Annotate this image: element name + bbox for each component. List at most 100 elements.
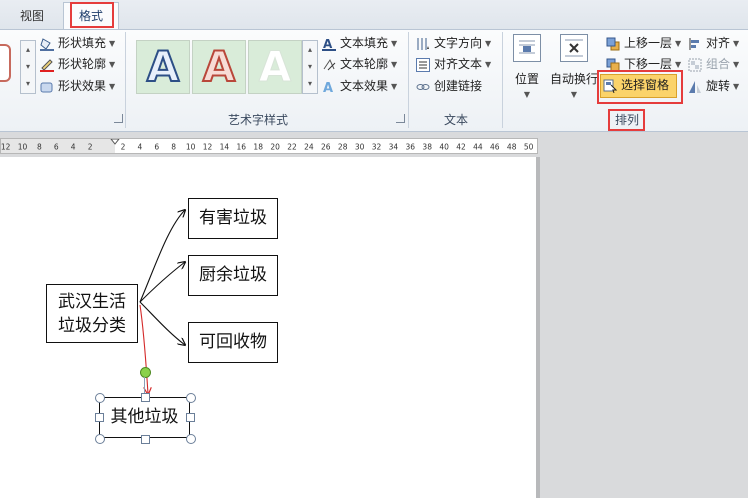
text-outline-button[interactable]: 文本轮廓 ▼ [322, 54, 397, 74]
ruler-label: 22 [287, 143, 297, 152]
node-recyclable-label: 可回收物 [199, 332, 267, 352]
resize-handle-se[interactable] [186, 434, 196, 444]
group-icon [688, 58, 702, 72]
ruler-label: 28 [338, 143, 348, 152]
shape-style-scroll[interactable]: ▴ ▾ ▾ [20, 40, 36, 94]
shape-effects-button[interactable]: 形状效果 ▼ [40, 76, 115, 96]
tab-view[interactable]: 视图 [10, 4, 54, 28]
wordart-style-2[interactable]: A [192, 40, 246, 94]
node-kitchen[interactable]: 厨余垃圾 [188, 255, 278, 296]
wordart-letter: A [202, 41, 237, 92]
ruler-label: 40 [439, 143, 449, 152]
ruler-label: 38 [422, 143, 432, 152]
text-group-label: 文本 [443, 113, 468, 127]
text-effects-label: 文本效果 [340, 79, 389, 93]
ruler-label: 32 [372, 143, 382, 152]
resize-handle-sw[interactable] [95, 434, 105, 444]
svg-text:A: A [323, 37, 333, 51]
ruler-label: 2 [121, 143, 126, 152]
ruler-label: 18 [253, 143, 263, 152]
rotate-button[interactable]: 旋转 ▼ [688, 76, 739, 96]
ruler-label: 12 [203, 143, 213, 152]
text-direction-icon [416, 37, 430, 51]
wordart-style-3[interactable]: A [248, 40, 302, 94]
text-effects-icon: A [322, 80, 336, 96]
wordart-letter: A [258, 42, 292, 92]
resize-handle-s[interactable] [141, 435, 150, 444]
node-hazardous[interactable]: 有害垃圾 [188, 198, 278, 239]
send-backward-label: 下移一层 [624, 57, 673, 71]
shape-outline-button[interactable]: 形状轮廓 ▼ [40, 54, 115, 74]
align-button[interactable]: 对齐 ▼ [688, 33, 739, 53]
position-label: 位置 [514, 72, 539, 86]
ruler-label: 26 [321, 143, 331, 152]
bring-forward-icon [606, 37, 620, 51]
text-direction-button[interactable]: 文字方向 ▼ [416, 33, 491, 53]
ruler-label: 16 [237, 143, 247, 152]
node-other-label: 其他垃圾 [110, 407, 179, 427]
wordart-style-1[interactable]: A [136, 40, 190, 94]
wrap-text-label: 自动换行 [549, 72, 598, 86]
arrange-label-highlight [608, 109, 645, 131]
separator [408, 32, 409, 128]
resize-handle-ne[interactable] [186, 393, 196, 403]
pen-icon [40, 58, 54, 72]
ruler-label: 34 [389, 143, 399, 152]
separator [125, 32, 126, 128]
text-direction-label: 文字方向 [434, 36, 483, 50]
resize-handle-n[interactable] [141, 393, 150, 402]
svg-text:A: A [323, 81, 333, 94]
rotate-handle[interactable] [140, 367, 151, 378]
position-button[interactable]: 位置 ▼ [508, 34, 546, 102]
group-button[interactable]: 组合 ▼ [688, 54, 739, 74]
connector-hazardous[interactable] [139, 210, 185, 303]
node-kitchen-label: 厨余垃圾 [199, 265, 267, 285]
position-icon [513, 34, 541, 62]
ruler-label: 12 [1, 143, 11, 152]
text-fill-icon: A [322, 37, 336, 51]
shape-style-preview[interactable] [0, 44, 11, 82]
text-fill-label: 文本填充 [340, 36, 389, 50]
ruler-label: 8 [37, 143, 42, 152]
horizontal-ruler[interactable]: 12 10 8 6 4 2 2 4 6 8 10 12 14 16 18 20 22 24 26 28 30 32 34 36… [0, 138, 538, 154]
ruler-label: 44 [473, 143, 483, 152]
align-text-label: 对齐文本 [434, 57, 483, 71]
root-line-1: 武汉生活 [58, 292, 126, 312]
shape-fill-button[interactable]: 形状填充 ▼ [40, 33, 115, 53]
shape-fill-label: 形状填充 [58, 36, 107, 50]
ruler-ticks: 12 10 8 6 4 2 2 4 6 8 10 12 14 16 18 20 22 24 26 28 30 32 34 36… [1, 139, 534, 153]
node-recyclable[interactable]: 可回收物 [188, 322, 278, 363]
link-icon [416, 80, 430, 94]
resize-handle-w[interactable] [95, 413, 104, 422]
wordart-gallery-scroll[interactable]: ▴ ▾ ▾ [302, 40, 318, 94]
bring-forward-button[interactable]: 上移一层 ▼ [606, 33, 681, 53]
text-fill-button[interactable]: A 文本填充 ▼ [322, 33, 397, 53]
connector-recyclable[interactable] [139, 301, 185, 345]
wrap-text-button[interactable]: 自动换行 ▼ [548, 34, 600, 102]
tab-format-highlight [70, 2, 114, 28]
align-text-icon [416, 57, 430, 72]
node-other-selected[interactable]: 其他垃圾 [99, 397, 190, 438]
rotate-icon [688, 80, 702, 94]
ruler-label: 10 [186, 143, 196, 152]
ruler-label: 46 [490, 143, 500, 152]
align-text-button[interactable]: 对齐文本 ▼ [416, 54, 491, 74]
text-effects-button[interactable]: A 文本效果 ▼ [322, 76, 397, 96]
shape-styles-launcher-icon[interactable] [114, 114, 123, 123]
wordart-launcher-icon[interactable] [396, 114, 405, 123]
connector-kitchen[interactable] [139, 262, 185, 303]
root-node-box[interactable]: 武汉生活 垃圾分类 [46, 284, 138, 343]
ruler-label: 48 [507, 143, 517, 152]
wordart-letter: A [146, 41, 181, 92]
create-link-button[interactable]: 创建链接 [416, 76, 482, 96]
resize-handle-e[interactable] [186, 413, 195, 422]
node-hazardous-label: 有害垃圾 [199, 208, 267, 228]
separator [502, 32, 503, 128]
ruler-label: 4 [138, 143, 143, 152]
ruler-label: 8 [171, 143, 176, 152]
rotate-label: 旋转 [706, 79, 731, 93]
ruler-label: 36 [406, 143, 416, 152]
shape-effects-icon [40, 80, 54, 94]
text-outline-label: 文本轮廓 [340, 57, 389, 71]
resize-handle-nw[interactable] [95, 393, 105, 403]
